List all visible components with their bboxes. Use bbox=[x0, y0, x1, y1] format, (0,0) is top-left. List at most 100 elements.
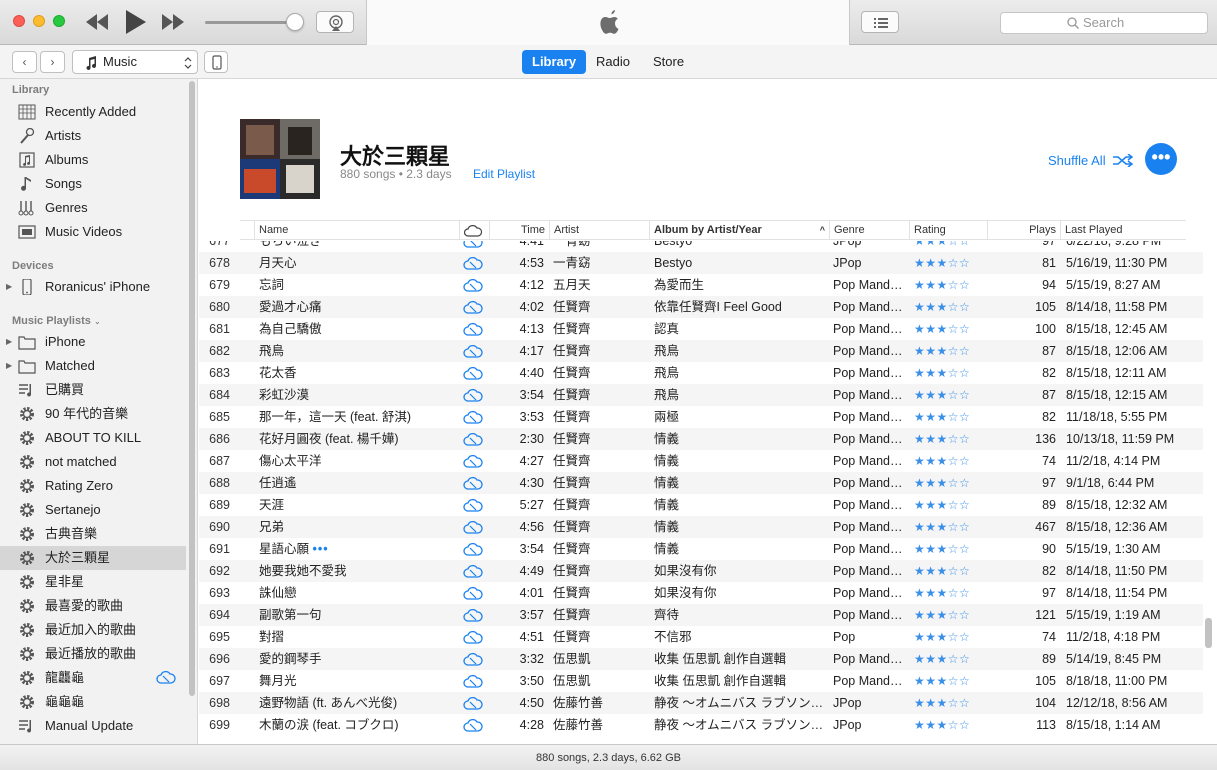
table-row[interactable]: 686 花好月圓夜 (feat. 楊千嬅) 2:30 任賢齊 情義 Pop Mand… ★★… bbox=[199, 428, 1203, 450]
cloud-icon[interactable] bbox=[463, 241, 483, 248]
table-row[interactable]: 677 もらい泣き 4:41 一青窈 Bestyo JPop ★★★☆☆ 97 6/22/18,… bbox=[199, 241, 1203, 252]
sidebar-item-manual-update[interactable]: Manual Update bbox=[0, 714, 186, 738]
column-header-name[interactable]: Name bbox=[254, 221, 459, 240]
airplay-button[interactable] bbox=[316, 11, 354, 33]
rewind-icon[interactable] bbox=[86, 14, 108, 30]
table-row[interactable]: 687 傷心太平洋 4:27 任賢齊 情義 Pop Mand… ★★★☆☆ 74 11/2/18… bbox=[199, 450, 1203, 472]
up-next-button[interactable] bbox=[861, 11, 899, 33]
minimize-window-button[interactable] bbox=[33, 15, 45, 27]
tab-library[interactable]: Library bbox=[522, 50, 587, 74]
disclosure-triangle-icon[interactable]: ▶ bbox=[6, 330, 12, 354]
disclosure-triangle-icon[interactable]: ▶ bbox=[6, 354, 12, 378]
song-rating[interactable]: ★★★☆☆ bbox=[914, 241, 994, 252]
sidebar-item-folder-matched[interactable]: ▶ Matched bbox=[0, 354, 186, 378]
song-rating[interactable]: ★★★☆☆ bbox=[914, 450, 994, 472]
cloud-icon[interactable] bbox=[463, 432, 483, 446]
column-header-genre[interactable]: Genre bbox=[829, 221, 909, 240]
song-rating[interactable]: ★★★☆☆ bbox=[914, 648, 994, 670]
sidebar-scrollbar[interactable] bbox=[189, 81, 195, 696]
table-row[interactable]: 691 星語心願 ••• 3:54 任賢齊 情義 Pop Mand… ★★★☆☆ 90 5/15… bbox=[199, 538, 1203, 560]
table-row[interactable]: 697 舞月光 3:50 伍思凱 收集 伍思凱 創作自選輯 Pop Mand… ★★★☆☆ 1… bbox=[199, 670, 1203, 692]
song-rating[interactable]: ★★★☆☆ bbox=[914, 274, 994, 296]
cloud-icon[interactable] bbox=[463, 454, 483, 468]
music-playlists-header[interactable]: Music Playlists ⌄ bbox=[12, 315, 101, 327]
back-button[interactable]: ‹ bbox=[12, 51, 37, 73]
cloud-icon[interactable] bbox=[463, 718, 483, 732]
sidebar-item-recently-added[interactable]: Recently Added bbox=[0, 100, 186, 124]
song-rating[interactable]: ★★★☆☆ bbox=[914, 428, 994, 450]
song-rating[interactable]: ★★★☆☆ bbox=[914, 516, 994, 538]
song-rating[interactable]: ★★★☆☆ bbox=[914, 604, 994, 626]
column-header-plays[interactable]: Plays bbox=[987, 221, 1060, 240]
song-rating[interactable]: ★★★☆☆ bbox=[914, 670, 994, 692]
song-rating[interactable]: ★★★☆☆ bbox=[914, 626, 994, 648]
cloud-icon[interactable] bbox=[463, 366, 483, 380]
song-rating[interactable]: ★★★☆☆ bbox=[914, 560, 994, 582]
column-header-artist[interactable]: Artist bbox=[549, 221, 649, 240]
cloud-icon[interactable] bbox=[463, 256, 483, 270]
table-row[interactable]: 685 那一年，這一天 (feat. 舒淇) 3:53 任賢齊 兩極 Pop Mand… ★… bbox=[199, 406, 1203, 428]
edit-playlist-link[interactable]: Edit Playlist bbox=[473, 167, 535, 181]
cloud-icon[interactable] bbox=[463, 630, 483, 644]
table-row[interactable]: 695 對摺 4:51 任賢齊 不信邪 Pop ★★★☆☆ 74 11/2/18, 4:18 P… bbox=[199, 626, 1203, 648]
more-options-button[interactable]: ••• bbox=[1145, 143, 1177, 175]
shuffle-all-button[interactable]: Shuffle All bbox=[1048, 152, 1134, 168]
song-rating[interactable]: ★★★☆☆ bbox=[914, 582, 994, 604]
sidebar-item-music-videos[interactable]: Music Videos bbox=[0, 220, 186, 244]
volume-knob[interactable] bbox=[286, 13, 304, 31]
table-row[interactable]: 690 兄弟 4:56 任賢齊 情義 Pop Mand… ★★★☆☆ 467 8/15/18, … bbox=[199, 516, 1203, 538]
table-row[interactable]: 681 為自己驕傲 4:13 任賢齊 認真 Pop Mand… ★★★☆☆ 100 8/15/1… bbox=[199, 318, 1203, 340]
sidebar-item-smart-playlist[interactable]: Rating Zero bbox=[0, 474, 186, 498]
table-row[interactable]: 699 木蘭の涙 (feat. コブクロ) 4:28 佐藤竹善 静夜 ～オムニバス ラブ… bbox=[199, 714, 1203, 736]
table-row[interactable]: 684 彩虹沙漠 3:54 任賢齊 飛鳥 Pop Mand… ★★★☆☆ 87 8/15/18,… bbox=[199, 384, 1203, 406]
sidebar-item-smart-playlist[interactable]: 古典音樂 bbox=[0, 522, 186, 546]
song-rating[interactable]: ★★★☆☆ bbox=[914, 252, 994, 274]
column-header-album[interactable]: Album by Artist/Year ^ bbox=[649, 221, 829, 240]
column-header-cloud[interactable] bbox=[459, 221, 489, 240]
table-row[interactable]: 698 遠野物語 (ft. あんべ光俊) 4:50 佐藤竹善 静夜 ～オムニバス ラブソ… bbox=[199, 692, 1203, 714]
column-header-rating[interactable]: Rating bbox=[909, 221, 987, 240]
main-scrollbar[interactable] bbox=[1205, 618, 1212, 648]
cloud-icon[interactable] bbox=[463, 564, 483, 578]
forward-button[interactable]: › bbox=[40, 51, 65, 73]
cloud-icon[interactable] bbox=[463, 498, 483, 512]
sidebar-item-smart-playlist[interactable]: 龜龜龜 bbox=[0, 690, 186, 714]
zoom-window-button[interactable] bbox=[53, 15, 65, 27]
cloud-icon[interactable] bbox=[463, 608, 483, 622]
song-rating[interactable]: ★★★☆☆ bbox=[914, 384, 994, 406]
sidebar-item-smart-playlist[interactable]: not matched bbox=[0, 450, 186, 474]
sidebar-item-selected-playlist[interactable]: 大於三顆星 bbox=[0, 546, 186, 570]
cloud-icon[interactable] bbox=[463, 674, 483, 688]
cloud-icon[interactable] bbox=[463, 410, 483, 424]
table-row[interactable]: 696 愛的鋼琴手 3:32 伍思凱 收集 伍思凱 創作自選輯 Pop Mand… ★★★☆… bbox=[199, 648, 1203, 670]
sidebar-item-smart-playlist[interactable]: 最近加入的歌曲 bbox=[0, 618, 186, 642]
song-rating[interactable]: ★★★☆☆ bbox=[914, 538, 994, 560]
media-source-select[interactable]: Music bbox=[72, 50, 198, 74]
sidebar-item-smart-playlist[interactable]: Sertanejo bbox=[0, 498, 186, 522]
fast-forward-icon[interactable] bbox=[162, 14, 184, 30]
column-header-last-played[interactable]: Last Played bbox=[1060, 221, 1186, 240]
disclosure-triangle-icon[interactable]: ▶ bbox=[6, 275, 12, 299]
more-actions-icon[interactable]: ••• bbox=[313, 542, 329, 556]
table-row[interactable]: 693 誅仙戀 4:01 任賢齊 如果沒有你 Pop Mand… ★★★☆☆ 97 8/14/1… bbox=[199, 582, 1203, 604]
search-input[interactable]: Search bbox=[1000, 12, 1208, 34]
table-row[interactable]: 688 任逍遙 4:30 任賢齊 情義 Pop Mand… ★★★☆☆ 97 9/1/18, 6… bbox=[199, 472, 1203, 494]
table-row[interactable]: 689 天涯 5:27 任賢齊 情義 Pop Mand… ★★★☆☆ 89 8/15/18, 1… bbox=[199, 494, 1203, 516]
tab-store[interactable]: Store bbox=[643, 50, 694, 74]
song-rating[interactable]: ★★★☆☆ bbox=[914, 340, 994, 362]
cloud-icon[interactable] bbox=[463, 476, 483, 490]
table-row[interactable]: 682 飛鳥 4:17 任賢齊 飛鳥 Pop Mand… ★★★☆☆ 87 8/15/18, 1… bbox=[199, 340, 1203, 362]
sidebar-item-genres[interactable]: Genres bbox=[0, 196, 186, 220]
song-rating[interactable]: ★★★☆☆ bbox=[914, 472, 994, 494]
column-header-time[interactable]: Time bbox=[489, 221, 549, 240]
close-window-button[interactable] bbox=[13, 15, 25, 27]
sidebar-item-songs[interactable]: Songs bbox=[0, 172, 186, 196]
sidebar-item-smart-playlist[interactable]: ABOUT TO KILL bbox=[0, 426, 186, 450]
cloud-icon[interactable] bbox=[463, 520, 483, 534]
cloud-icon[interactable] bbox=[463, 696, 483, 710]
volume-slider[interactable] bbox=[205, 21, 297, 24]
table-row[interactable]: 680 愛過才心痛 4:02 任賢齊 依靠任賢齊I Feel Good Pop Mand…… bbox=[199, 296, 1203, 318]
sidebar-item-smart-playlist[interactable]: 最近播放的歌曲 bbox=[0, 642, 186, 666]
cloud-icon[interactable] bbox=[463, 542, 483, 556]
song-rating[interactable]: ★★★☆☆ bbox=[914, 494, 994, 516]
